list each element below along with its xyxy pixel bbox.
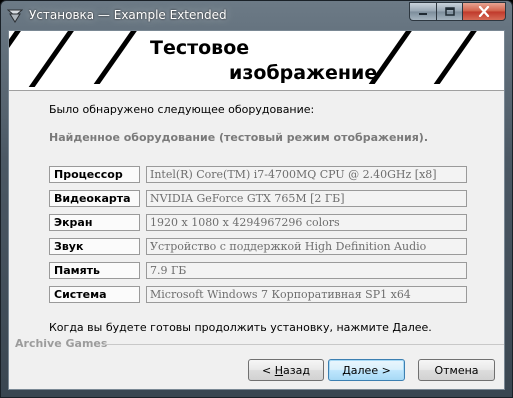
caption-buttons (409, 2, 506, 21)
hardware-label: Экран (49, 214, 140, 231)
back-prefix: < (262, 363, 275, 377)
banner-decoration (9, 31, 44, 57)
hardware-label: Видеокарта (49, 190, 140, 207)
hardware-value: Microsoft Windows 7 Корпоративная SP1 x6… (146, 286, 467, 303)
back-button[interactable]: < Назад (248, 359, 324, 381)
hardware-value: Устройство с поддержкой High Definition … (146, 238, 467, 255)
continue-instructions: Когда вы будете готовы продолжить устано… (49, 321, 432, 334)
detection-notice: Найденное оборудование (тестовый режим о… (49, 131, 429, 144)
hardware-label: Процессор (49, 166, 140, 183)
hardware-label: Звук (49, 238, 140, 255)
banner-decoration (28, 31, 76, 87)
cancel-button[interactable]: Отмена (418, 359, 495, 381)
installer-window: Установка — Example Extended Тестовое из… (0, 0, 513, 398)
banner-decoration (484, 67, 504, 90)
banner-decoration (93, 31, 141, 84)
brand-label: Archive Games (15, 337, 108, 350)
banner-title-line2: изображение (229, 62, 378, 84)
title-bar[interactable]: Установка — Example Extended (1, 1, 512, 31)
minimize-button[interactable] (409, 2, 436, 21)
minimize-icon (419, 12, 427, 15)
maximize-icon (444, 6, 455, 16)
header-banner: Тестовое изображение (9, 31, 504, 91)
next-label: Далее > (342, 363, 391, 377)
brand-divider (104, 344, 504, 345)
maximize-button[interactable] (436, 2, 462, 21)
installer-page: Тестовое изображение Было обнаружено сле… (8, 30, 505, 390)
close-icon (478, 6, 490, 17)
banner-decoration (433, 31, 481, 84)
cancel-label: Отмена (434, 363, 479, 377)
hardware-value: NVIDIA GeForce GTX 765M [2 ГБ] (146, 190, 467, 207)
hardware-label: Память (49, 262, 140, 279)
hardware-label: Система (49, 286, 140, 303)
hardware-value: 7.9 ГБ (146, 262, 467, 279)
next-button[interactable]: Далее > (328, 359, 405, 381)
installer-app-icon (7, 9, 23, 23)
back-hotkey: Н (274, 363, 284, 377)
intro-text: Было обнаружено следующее оборудование: (49, 103, 315, 116)
window-title: Установка — Example Extended (29, 8, 227, 22)
hardware-value: 1920 x 1080 x 4294967296 colors (146, 214, 467, 231)
close-button[interactable] (462, 2, 506, 21)
hardware-value: Intel(R) Core(TM) i7-4700MQ CPU @ 2.40GH… (146, 166, 467, 183)
back-label: азад (283, 363, 310, 377)
banner-title-line1: Тестовое (150, 37, 250, 59)
